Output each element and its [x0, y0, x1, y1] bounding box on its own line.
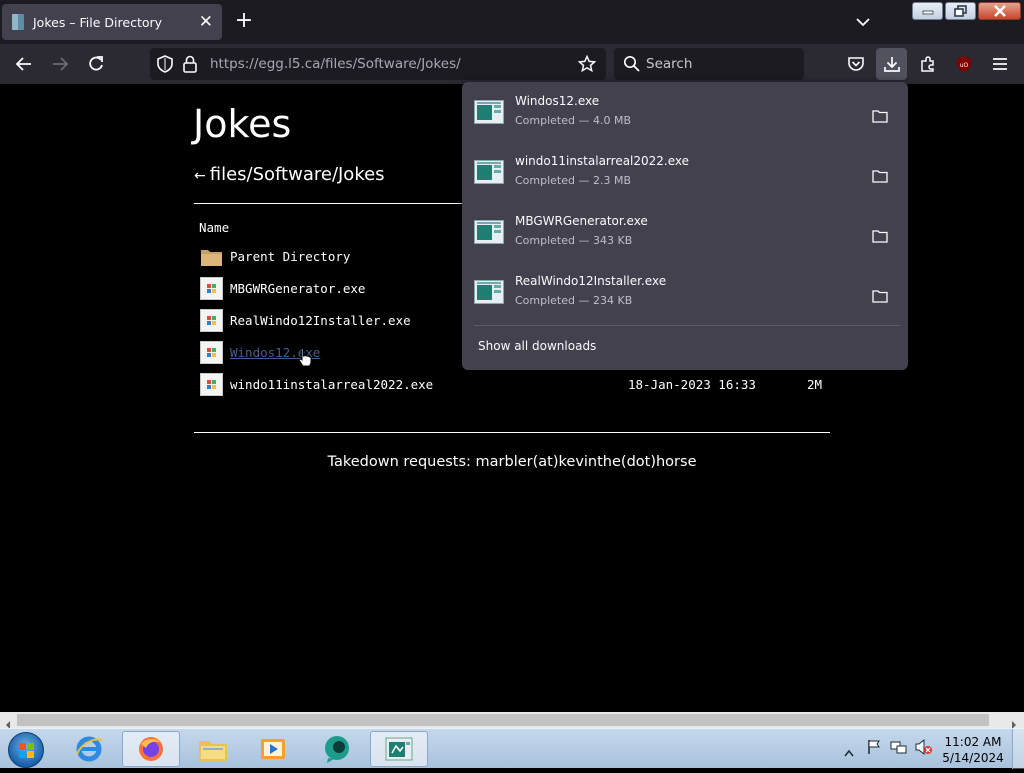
- search-placeholder: Search: [646, 56, 693, 72]
- clock-time: 11:02 AM: [944, 735, 1002, 749]
- download-filename: windo11instalarreal2022.exe: [515, 154, 690, 168]
- footer-text: Takedown requests: marbler(at)kevinthe(d…: [327, 454, 697, 470]
- exe-file-icon: [200, 309, 223, 332]
- tab-close-icon[interactable]: ✕: [199, 13, 213, 31]
- show-in-folder-icon[interactable]: [872, 108, 888, 123]
- folder-icon: [199, 741, 227, 761]
- download-status: Completed — 343 KB: [515, 234, 633, 247]
- show-in-folder-icon[interactable]: [872, 228, 888, 243]
- volume-muted-icon[interactable]: [914, 738, 932, 759]
- svg-text:uO: uO: [960, 62, 969, 69]
- firefox-icon: [139, 737, 163, 761]
- forward-arrow-icon[interactable]: [48, 52, 72, 76]
- download-filename: RealWindo12Installer.exe: [515, 274, 667, 288]
- download-filename: MBGWRGenerator.exe: [515, 214, 648, 228]
- restore-icon[interactable]: [945, 2, 976, 20]
- reload-icon[interactable]: [84, 52, 108, 76]
- footer-divider: [194, 432, 830, 433]
- download-item[interactable]: MBGWRGenerator.exe Completed — 343 KB: [462, 204, 908, 264]
- address-bar[interactable]: https://egg.l5.ca/files/Software/Jokes/: [150, 48, 606, 80]
- taskbar-chat-app[interactable]: [308, 731, 366, 767]
- minimize-icon[interactable]: [912, 2, 943, 20]
- padlock-icon[interactable]: [182, 55, 198, 77]
- back-link-arrow-icon[interactable]: ←: [194, 168, 206, 184]
- start-button[interactable]: [8, 732, 44, 768]
- exe-file-icon: [200, 341, 223, 364]
- download-status: Completed — 234 KB: [515, 294, 633, 307]
- taskbar-internet-explorer[interactable]: [60, 731, 118, 767]
- network-icon[interactable]: [890, 739, 908, 759]
- action-center-flag-icon[interactable]: [866, 739, 882, 759]
- show-hidden-icons-chevron-icon[interactable]: [844, 742, 854, 761]
- window-controls: [912, 2, 1021, 20]
- chat-bubble-icon: [325, 736, 349, 763]
- hamburger-menu-icon[interactable]: [988, 52, 1012, 76]
- bookmark-star-icon[interactable]: [577, 54, 597, 77]
- downloads-button[interactable]: [876, 48, 907, 80]
- page-title: Jokes: [193, 102, 292, 146]
- download-item[interactable]: windo11instalarreal2022.exe Completed — …: [462, 144, 908, 204]
- executable-file-icon: [474, 160, 504, 184]
- ublock-origin-icon[interactable]: uO: [952, 52, 976, 76]
- windows-taskbar: 11:02 AM 5/14/2024: [0, 728, 1024, 769]
- taskbar-file-explorer[interactable]: [184, 731, 242, 767]
- row-modified-date: 18-Jan-2023 16:33: [628, 377, 756, 392]
- download-item[interactable]: Windos12.exe Completed — 4.0 MB: [462, 84, 908, 144]
- extensions-puzzle-icon[interactable]: [916, 52, 940, 76]
- clock[interactable]: 11:02 AM 5/14/2024: [940, 734, 1006, 766]
- download-status: Completed — 4.0 MB: [515, 114, 632, 127]
- taskbar-running-program[interactable]: [370, 731, 428, 767]
- tab-title: Jokes – File Directory: [33, 14, 163, 30]
- panel-divider: [474, 325, 900, 326]
- back-arrow-icon[interactable]: [12, 52, 36, 76]
- url-text[interactable]: https://egg.l5.ca/files/Software/Jokes/: [210, 56, 461, 72]
- taskbar-firefox[interactable]: [122, 731, 180, 767]
- exe-file-icon: [200, 373, 223, 396]
- row-name-link[interactable]: MBGWRGenerator.exe: [230, 281, 365, 296]
- search-icon: [623, 55, 641, 77]
- file-row[interactable]: windo11instalarreal2022.exe 18-Jan-2023 …: [200, 373, 830, 397]
- tracking-protection-shield-icon[interactable]: [156, 55, 174, 77]
- row-name-link[interactable]: Parent Directory: [230, 249, 350, 264]
- page-favicon-icon: [12, 14, 24, 30]
- show-in-folder-icon[interactable]: [872, 168, 888, 183]
- breadcrumb[interactable]: ← files/Software/Jokes: [194, 164, 385, 185]
- tab-strip: Jokes – File Directory ✕ +: [0, 0, 1024, 44]
- list-all-tabs-chevron-icon[interactable]: [852, 12, 874, 32]
- executable-file-icon: [474, 100, 504, 124]
- download-filename: Windos12.exe: [515, 94, 600, 108]
- exe-file-icon: [200, 277, 223, 300]
- breadcrumb-path[interactable]: files/Software/Jokes: [210, 164, 385, 185]
- scrollbar-thumb[interactable]: [17, 714, 989, 726]
- search-box[interactable]: Search: [614, 48, 804, 80]
- row-name-link[interactable]: windo11instalarreal2022.exe: [230, 377, 433, 392]
- download-arrow-icon: [883, 57, 900, 72]
- download-item[interactable]: RealWindo12Installer.exe Completed — 234…: [462, 264, 908, 324]
- column-header-name[interactable]: Name: [199, 220, 229, 235]
- show-desktop-button[interactable]: [1012, 729, 1024, 769]
- row-name-link[interactable]: RealWindo12Installer.exe: [230, 313, 411, 328]
- window-close-icon[interactable]: [978, 2, 1021, 20]
- show-in-folder-icon[interactable]: [872, 288, 888, 303]
- downloads-panel: Windos12.exe Completed — 4.0 MB windo11i…: [462, 82, 908, 370]
- internet-explorer-icon: [76, 736, 103, 762]
- media-player-icon: [261, 739, 285, 759]
- hand-cursor-icon: [298, 347, 312, 371]
- taskbar-media-player[interactable]: [244, 731, 302, 767]
- row-size: 2M: [807, 377, 823, 392]
- navigation-toolbar: https://egg.l5.ca/files/Software/Jokes/ …: [0, 44, 1024, 84]
- executable-file-icon: [474, 280, 504, 304]
- clock-date: 5/14/2024: [942, 751, 1004, 765]
- tab-active[interactable]: Jokes – File Directory ✕: [2, 4, 222, 40]
- program-window-icon: [385, 737, 413, 761]
- download-status: Completed — 2.3 MB: [515, 174, 632, 187]
- folder-icon: [200, 245, 223, 268]
- windows-logo-icon: [19, 743, 34, 758]
- executable-file-icon: [474, 220, 504, 244]
- horizontal-scrollbar[interactable]: [0, 712, 1024, 729]
- new-tab-icon[interactable]: +: [232, 9, 256, 33]
- pocket-icon[interactable]: [844, 52, 868, 76]
- show-all-downloads-button[interactable]: Show all downloads: [478, 339, 596, 353]
